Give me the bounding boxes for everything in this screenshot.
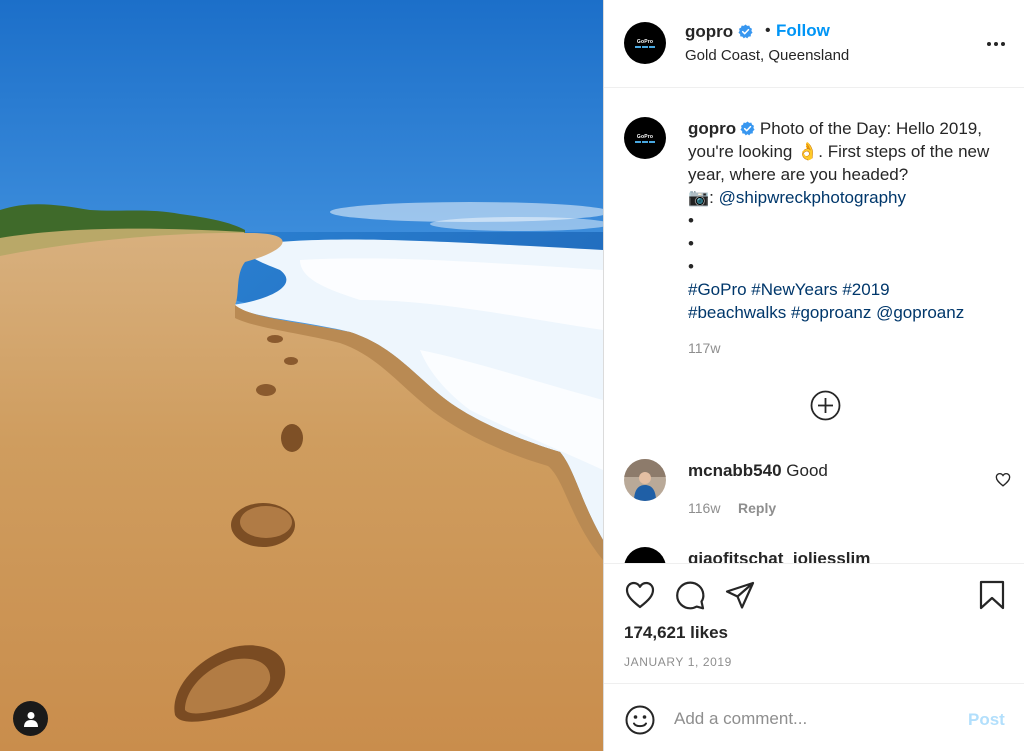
commenter-avatar[interactable] [624,459,666,501]
author-avatar[interactable]: GoPro [624,22,666,64]
paper-plane-icon[interactable] [724,579,756,611]
comments-section[interactable]: GoPro gopro Photo of the Day: Hello 2019… [604,89,1024,563]
hashtags-line-1[interactable]: #GoPro #NewYears #2019 [688,280,890,299]
author-username[interactable]: gopro [685,22,753,42]
author-username-text[interactable]: gopro [685,22,733,41]
post-location[interactable]: Gold Coast, Queensland [685,47,849,64]
caption-author-avatar[interactable]: GoPro [624,117,666,159]
verified-badge-icon [738,24,753,39]
post-comment-button[interactable]: Post [968,710,1005,730]
commenter-avatar-2[interactable] [624,547,666,563]
post-header: GoPro gopro • Follow Gold Coast, Queensl… [604,0,1024,88]
comment-1: mcnabb540 Good [688,461,828,481]
heart-icon[interactable] [624,579,656,611]
comment-text: Good [786,461,828,480]
tagged-users-button[interactable] [13,701,48,736]
more-options-icon[interactable] [985,32,1007,56]
smiley-icon[interactable] [624,704,656,736]
follow-button[interactable]: Follow [776,21,830,41]
bookmark-icon[interactable] [976,579,1008,611]
gopro-logo: GoPro [632,37,658,49]
likes-count[interactable]: 174,621 likes [624,623,728,643]
add-comment-bar: Post [604,683,1024,751]
mention-photographer-link[interactable]: @shipwreckphotography [719,188,906,207]
caption-bullet: • [688,257,694,276]
post-photo[interactable] [0,0,603,751]
comment-timestamp[interactable]: 116w [688,500,720,516]
post-side-panel: GoPro gopro • Follow Gold Coast, Queensl… [603,0,1024,751]
comment-like-heart-icon[interactable] [995,472,1011,487]
plus-circle-icon[interactable] [810,390,841,421]
hashtags-line-2[interactable]: #beachwalks #goproanz @goproanz [688,303,964,322]
comment-input[interactable] [674,706,944,732]
post-actions: 174,621 likes JANUARY 1, 2019 [604,563,1024,683]
reply-button[interactable]: Reply [738,500,776,516]
post-date[interactable]: JANUARY 1, 2019 [624,655,732,669]
camera-emoji: 📷 [688,188,710,207]
verified-badge-icon [740,121,755,136]
post-caption: gopro Photo of the Day: Hello 2019, you'… [688,117,1018,324]
separator-dot: • [765,22,771,39]
caption-timestamp[interactable]: 117w [688,340,720,356]
comment-username[interactable]: mcnabb540 [688,461,782,480]
gopro-logo: GoPro [632,132,658,144]
caption-bullet: • [688,234,694,253]
user-icon [23,711,38,727]
comment-bubble-icon[interactable] [674,579,706,611]
caption-bullet: • [688,211,694,230]
caption-username[interactable]: gopro [688,119,736,138]
comment-2-username[interactable]: giaofitschat_ioliesslim [688,549,870,563]
caption-colon: : [709,188,719,207]
